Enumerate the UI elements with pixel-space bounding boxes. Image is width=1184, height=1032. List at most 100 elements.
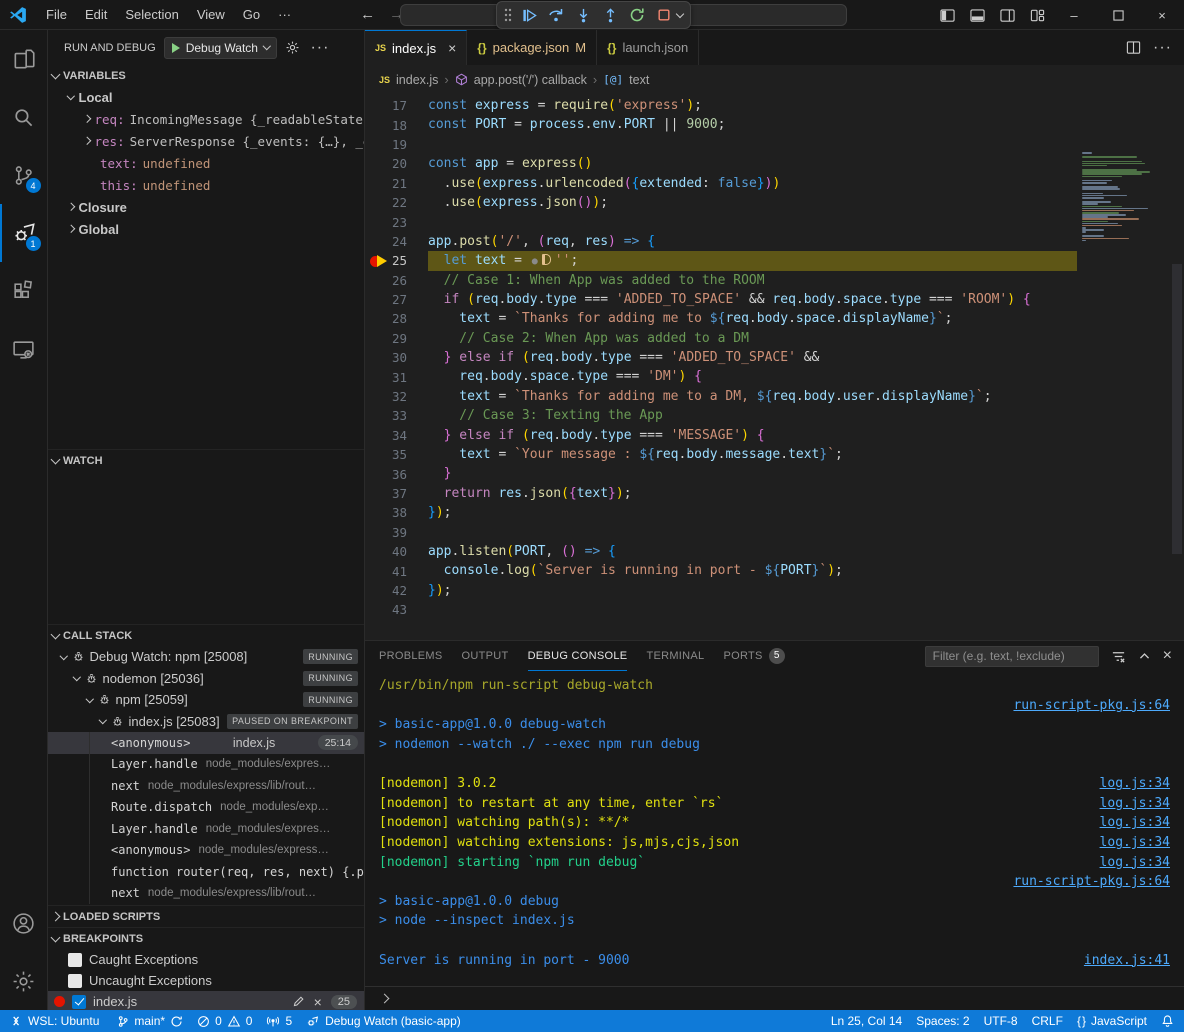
code-line[interactable]: 24app.post('/', (req, res) => {: [365, 232, 1184, 251]
indentation[interactable]: Spaces: 2: [909, 1010, 976, 1032]
source-link[interactable]: log.js:34: [1100, 835, 1170, 850]
breakpoints-section-header[interactable]: BREAKPOINTS: [48, 928, 364, 949]
sidebar-more-actions-icon[interactable]: ···: [310, 39, 329, 57]
callstack-session-row[interactable]: nodemon [25036]RUNNING: [48, 668, 364, 690]
panel-tab-debug-console[interactable]: DEBUG CONSOLE: [528, 641, 628, 671]
toggle-secondary-sidebar-icon[interactable]: [992, 0, 1022, 30]
stack-frame-row[interactable]: Route.dispatchnode_modules/exp…: [48, 797, 364, 819]
language-mode[interactable]: { } JavaScript: [1070, 1010, 1154, 1032]
source-link[interactable]: run-script-pkg.js:64: [1013, 698, 1170, 713]
code-line[interactable]: 39: [365, 523, 1184, 542]
console-filter-input[interactable]: [925, 646, 1099, 667]
code-line[interactable]: 29 // Case 2: When App was added to a DM: [365, 329, 1184, 348]
sidebar-item-run-and-debug[interactable]: 1: [0, 204, 48, 262]
minimap[interactable]: [1082, 152, 1168, 244]
code-line[interactable]: 34 } else if (req.body.type === 'MESSAGE…: [365, 426, 1184, 445]
callstack-session-row[interactable]: index.js [25083]PAUSED ON BREAKPOINT: [48, 711, 364, 733]
editor-scrollbar[interactable]: [1172, 264, 1182, 554]
branch-indicator[interactable]: main*: [110, 1010, 190, 1032]
callstack-session-row[interactable]: npm [25059]RUNNING: [48, 689, 364, 711]
minimize-icon[interactable]: –: [1052, 0, 1096, 30]
breakpoint-checkbox[interactable]: [72, 995, 86, 1009]
problems-indicator[interactable]: 0 0: [190, 1010, 259, 1032]
source-link[interactable]: log.js:34: [1100, 796, 1170, 811]
menu-view[interactable]: View: [188, 4, 234, 26]
notifications-bell[interactable]: [1154, 1010, 1184, 1032]
stack-frame-row[interactable]: nextnode_modules/express/lib/rout…: [48, 775, 364, 797]
remove-breakpoint-icon[interactable]: ×: [314, 995, 322, 1009]
close-panel-icon[interactable]: ×: [1163, 648, 1172, 664]
breadcrumb-file[interactable]: index.js: [396, 73, 438, 87]
code-line[interactable]: 38});: [365, 503, 1184, 522]
menu-edit[interactable]: Edit: [76, 4, 116, 26]
back-arrow-icon[interactable]: ←: [360, 6, 375, 23]
source-link[interactable]: log.js:34: [1100, 855, 1170, 870]
maximize-panel-chevron-icon[interactable]: [1138, 650, 1151, 663]
toggle-sidebar-icon[interactable]: [932, 0, 962, 30]
start-debug-icon[interactable]: [172, 43, 180, 53]
close-window-icon[interactable]: ×: [1140, 0, 1184, 30]
paused-breakpoint-icon[interactable]: [370, 255, 394, 267]
panel-tab-terminal[interactable]: TERMINAL: [646, 641, 704, 671]
stop-button[interactable]: [652, 3, 685, 27]
breakpoint-row[interactable]: Caught Exceptions: [48, 949, 364, 970]
toolbar-grip-icon[interactable]: [502, 3, 514, 27]
code-line[interactable]: 30 } else if (req.body.type === 'ADDED_T…: [365, 348, 1184, 367]
menu-go[interactable]: Go: [234, 4, 269, 26]
tab-launch-json[interactable]: {} launch.json: [597, 30, 699, 65]
code-line[interactable]: 31 req.body.space.type === 'DM') {: [365, 367, 1184, 386]
stack-frame-row[interactable]: Layer.handlenode_modules/expres…: [48, 754, 364, 776]
menu-file[interactable]: File: [37, 4, 76, 26]
code-line[interactable]: 43: [365, 600, 1184, 619]
code-line[interactable]: 35 text = `Your message : ${req.body.mes…: [365, 445, 1184, 464]
code-line[interactable]: 27 if (req.body.type === 'ADDED_TO_SPACE…: [365, 290, 1184, 309]
code-line[interactable]: 26 // Case 1: When App was added to the …: [365, 271, 1184, 290]
sidebar-item-remote-explorer[interactable]: [0, 320, 48, 378]
stack-frame-row[interactable]: nextnode_modules/express/lib/rout…: [48, 883, 364, 905]
code-line[interactable]: 23: [365, 212, 1184, 231]
accounts-icon[interactable]: [0, 894, 48, 952]
close-tab-icon[interactable]: ×: [448, 40, 456, 56]
customize-layout-icon[interactable]: [1022, 0, 1052, 30]
code-line[interactable]: 20const app = express(): [365, 154, 1184, 173]
variables-scope-row[interactable]: Local: [48, 86, 364, 108]
stop-dropdown-chevron-icon[interactable]: [676, 9, 684, 17]
variables-section-header[interactable]: VARIABLES: [48, 65, 364, 86]
edit-breakpoint-icon[interactable]: [292, 995, 305, 1008]
menu-selection[interactable]: Selection: [116, 4, 187, 26]
watch-section-header[interactable]: WATCH: [48, 450, 364, 471]
code-line[interactable]: 18const PORT = process.env.PORT || 9000;: [365, 115, 1184, 134]
continue-icon[interactable]: [517, 3, 541, 27]
callstack-section-header[interactable]: CALL STACK: [48, 625, 364, 646]
sidebar-item-search[interactable]: [0, 88, 48, 146]
code-line[interactable]: 37 return res.json({text});: [365, 484, 1184, 503]
debug-session-indicator[interactable]: Debug Watch (basic-app): [299, 1010, 468, 1032]
variables-scope-row[interactable]: Closure: [48, 196, 364, 218]
variables-scope-row[interactable]: Global: [48, 218, 364, 240]
editor-more-actions-icon[interactable]: ···: [1153, 39, 1172, 57]
breadcrumb-field[interactable]: text: [629, 73, 649, 87]
sidebar-item-source-control[interactable]: 4: [0, 146, 48, 204]
variable-row[interactable]: text:undefined: [48, 152, 364, 174]
tab-package-json[interactable]: {} package.json M: [467, 30, 597, 65]
ports-indicator[interactable]: 5: [259, 1010, 299, 1032]
code-line[interactable]: 36 }: [365, 464, 1184, 483]
panel-tab-problems[interactable]: PROBLEMS: [379, 641, 443, 671]
code-line[interactable]: 41 console.log(`Server is running in por…: [365, 561, 1184, 580]
code-line[interactable]: 25 let text = ●'';: [365, 251, 1184, 270]
code-line[interactable]: 42});: [365, 581, 1184, 600]
breakpoint-row[interactable]: index.js×25: [48, 991, 364, 1010]
stack-frame-row[interactable]: Layer.handlenode_modules/expres…: [48, 818, 364, 840]
eol-sequence[interactable]: CRLF: [1025, 1010, 1070, 1032]
encoding[interactable]: UTF-8: [977, 1010, 1025, 1032]
code-line[interactable]: 40app.listen(PORT, () => {: [365, 542, 1184, 561]
settings-gear-icon[interactable]: [0, 952, 48, 1010]
sidebar-item-extensions[interactable]: [0, 262, 48, 320]
panel-tab-ports[interactable]: PORTS5: [723, 641, 784, 671]
code-line[interactable]: 17const express = require('express');: [365, 96, 1184, 115]
launch-config-select[interactable]: Debug Watch: [164, 37, 278, 59]
breakpoint-checkbox[interactable]: [68, 953, 82, 967]
step-over-icon[interactable]: [544, 3, 568, 27]
panel-tab-output[interactable]: OUTPUT: [462, 641, 509, 671]
code-line[interactable]: 28 text = `Thanks for adding me to ${req…: [365, 309, 1184, 328]
